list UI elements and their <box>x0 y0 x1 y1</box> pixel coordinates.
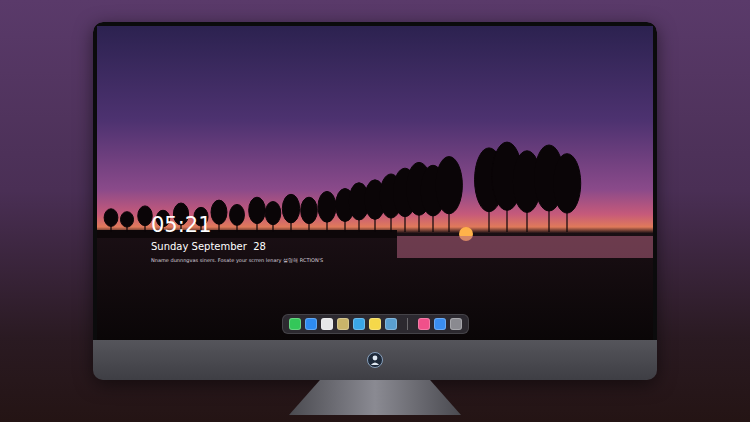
app-icon[interactable] <box>434 318 446 330</box>
bezel: 05:21 Sunday September 28 Nname dunnngvas … <box>93 22 657 340</box>
emblem-logo-icon <box>367 352 383 368</box>
notice: Nname dunnngvas siners. Fosate your scrr… <box>151 256 653 264</box>
app-icon[interactable] <box>321 318 333 330</box>
app-icon[interactable] <box>337 318 349 330</box>
screen: 05:21 Sunday September 28 Nname dunnngvas … <box>97 26 653 340</box>
app-icon[interactable] <box>353 318 365 330</box>
monitor: 05:21 Sunday September 28 Nname dunnngvas … <box>93 22 657 380</box>
monitor-stand <box>289 380 461 415</box>
app-icon[interactable] <box>450 318 462 330</box>
app-icon[interactable] <box>385 318 397 330</box>
monitor-chin <box>93 340 657 380</box>
app-icon[interactable] <box>418 318 430 330</box>
app-icon[interactable] <box>289 318 301 330</box>
date: Sunday September 28 <box>151 240 653 254</box>
app-icon[interactable] <box>305 318 317 330</box>
clock: 05:21 <box>151 212 653 238</box>
lock-info: 05:21 Sunday September 28 Nname dunnngvas … <box>97 26 653 264</box>
dock-divider <box>407 318 408 330</box>
app-icon[interactable] <box>369 318 381 330</box>
dock <box>282 314 469 334</box>
wallpaper <box>97 26 653 340</box>
dock-row <box>97 314 653 340</box>
desktop-background: 05:21 Sunday September 28 Nname dunnngvas … <box>0 0 750 422</box>
